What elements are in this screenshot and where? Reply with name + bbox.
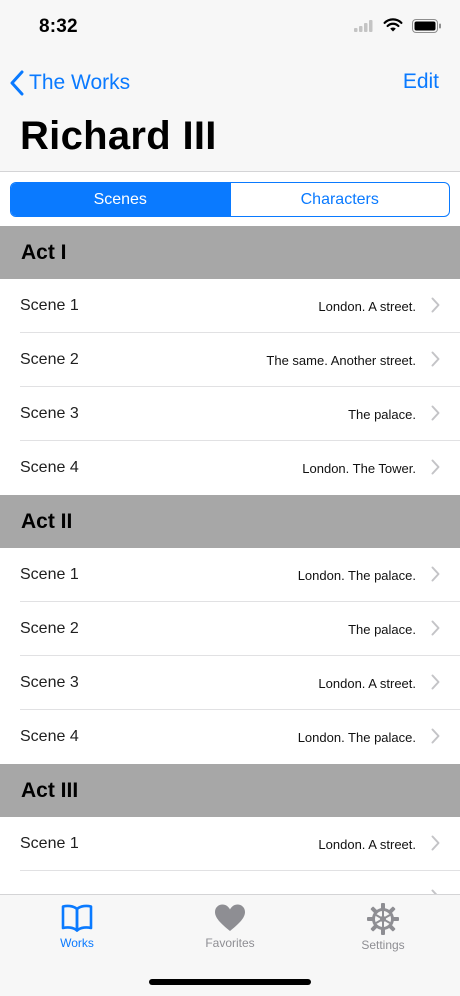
wifi-icon <box>383 18 403 38</box>
tab-label: Settings <box>361 938 405 952</box>
act-header: Act II <box>0 495 460 548</box>
chevron-right-icon <box>431 566 440 582</box>
scene-row[interactable]: Scene 1 London. A street. <box>0 817 460 871</box>
segmented-control: Scenes Characters <box>10 182 450 217</box>
scene-location: London. The palace. <box>297 729 416 745</box>
gear-icon <box>367 903 399 935</box>
scene-location: London. The Tower. <box>302 460 416 476</box>
back-button-label: The Works <box>29 71 131 94</box>
chevron-right-icon <box>431 728 440 744</box>
scene-row[interactable]: Scene 2 The palace. <box>0 602 460 656</box>
scene-location: London. The palace. <box>297 567 416 583</box>
scene-row[interactable]: Scene 1 London. A street. <box>0 279 460 333</box>
scene-location: The palace. <box>348 621 416 637</box>
act-header: Act I <box>0 226 460 279</box>
scene-location: The palace. <box>348 406 416 422</box>
scene-location: The same. Another street. <box>266 352 416 368</box>
status-time: 8:32 <box>39 16 78 37</box>
segment-characters[interactable]: Characters <box>229 183 450 216</box>
battery-icon <box>412 18 442 38</box>
scene-row[interactable]: Scene 3 The palace. <box>0 387 460 441</box>
tab-settings[interactable]: Settings <box>323 903 443 952</box>
scene-title: Scene 2 <box>20 620 79 637</box>
scene-row[interactable] <box>0 871 460 894</box>
tab-label: Favorites <box>205 936 255 950</box>
scene-title: Scene 2 <box>20 351 79 368</box>
chevron-right-icon <box>431 459 440 475</box>
edit-button[interactable]: Edit <box>403 70 439 94</box>
scene-row[interactable]: Scene 4 London. The Tower. <box>0 441 460 495</box>
scene-title: Scene 3 <box>20 405 79 422</box>
scene-title: Scene 3 <box>20 674 79 691</box>
chevron-right-icon <box>431 620 440 636</box>
tab-favorites[interactable]: Favorites <box>170 903 290 950</box>
segment-scenes[interactable]: Scenes <box>11 183 230 216</box>
status-bar: 8:32 <box>0 0 460 56</box>
page-title: Richard III <box>20 114 217 158</box>
chevron-right-icon <box>431 674 440 690</box>
chevron-right-icon <box>431 405 440 421</box>
chevron-right-icon <box>431 351 440 367</box>
scene-title: Scene 4 <box>20 728 79 745</box>
scene-title: Scene 1 <box>20 566 79 583</box>
scene-title: Scene 4 <box>20 459 79 476</box>
tab-works[interactable]: Works <box>17 903 137 950</box>
chevron-right-icon <box>431 297 440 313</box>
scene-row[interactable]: Scene 4 London. The palace. <box>0 710 460 764</box>
scene-row[interactable]: Scene 1 London. The palace. <box>0 548 460 602</box>
back-button[interactable]: The Works <box>10 68 130 98</box>
scene-location: London. A street. <box>318 675 416 691</box>
scene-row[interactable]: Scene 3 London. A street. <box>0 656 460 710</box>
chevron-right-icon <box>431 835 440 851</box>
tab-label: Works <box>60 936 94 950</box>
book-icon <box>61 904 93 932</box>
scene-title: Scene 1 <box>20 835 79 852</box>
heart-icon <box>215 904 245 931</box>
status-icons <box>354 18 442 38</box>
scene-title: Scene 1 <box>20 297 79 314</box>
nav-divider <box>0 171 460 172</box>
act-header: Act III <box>0 764 460 817</box>
scene-location: London. A street. <box>318 836 416 852</box>
scene-row[interactable]: Scene 2 The same. Another street. <box>0 333 460 387</box>
navigation-bar: The Works Edit Richard III <box>0 56 460 172</box>
cellular-signal-icon <box>354 19 374 37</box>
chevron-left-icon <box>10 70 24 96</box>
home-indicator[interactable] <box>149 979 311 985</box>
scene-list[interactable]: Act I Scene 1 London. A street. Scene 2 … <box>0 226 460 894</box>
scene-location: London. A street. <box>318 298 416 314</box>
